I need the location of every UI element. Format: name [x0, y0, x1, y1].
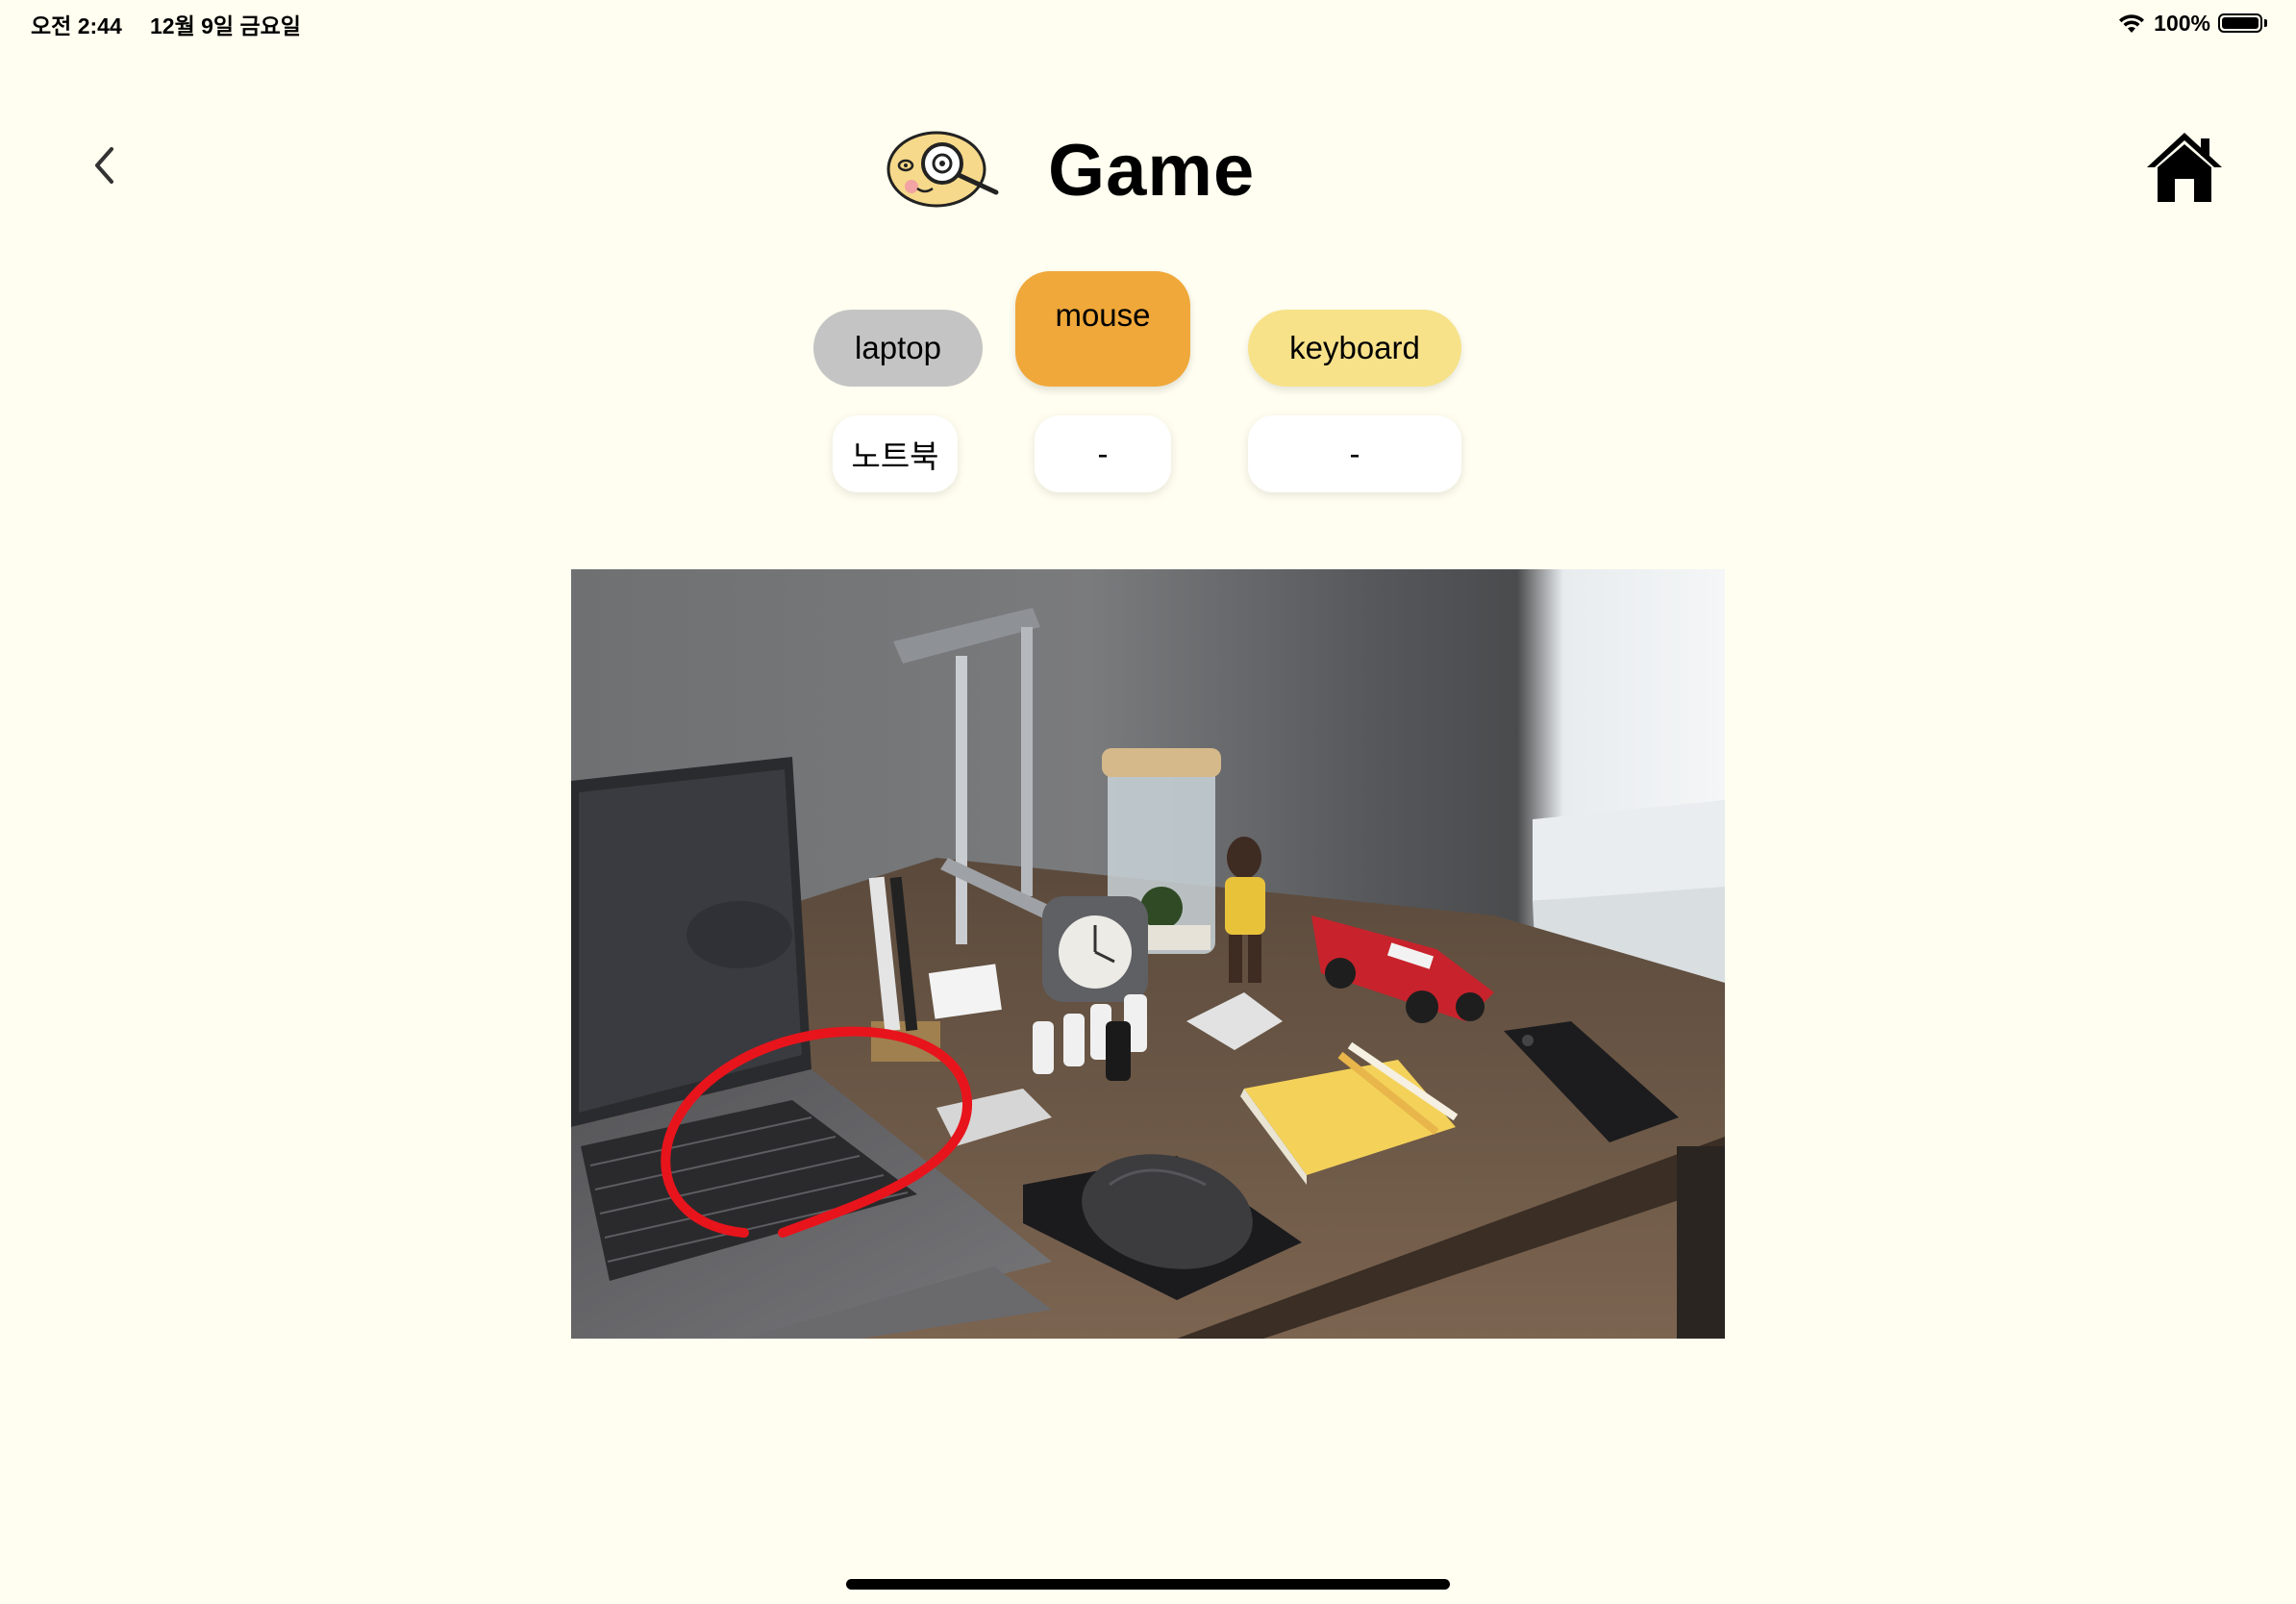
status-indicators: 100% — [2117, 8, 2267, 38]
battery-level — [2222, 17, 2259, 29]
battery-icon — [2218, 13, 2262, 33]
word-chip-mouse[interactable]: mouse — [1015, 271, 1190, 387]
answer-box-keyboard: - — [1248, 415, 1461, 492]
scene-image[interactable] — [571, 569, 1725, 1339]
battery-percent: 100% — [2154, 10, 2210, 36]
page-title: Game — [1048, 130, 1256, 212]
desk-leg — [1677, 1146, 1725, 1339]
card-holder — [928, 964, 1002, 1019]
header: Game — [0, 115, 2296, 221]
answer-box-mouse: - — [1035, 415, 1171, 492]
desk-photo — [571, 569, 1725, 1339]
lamp-pole — [956, 656, 967, 944]
jar-lid — [1102, 748, 1221, 777]
potato-magnifier-logo — [886, 131, 999, 208]
word-chip-laptop[interactable]: laptop — [813, 310, 983, 387]
word-chip-keyboard[interactable]: keyboard — [1248, 310, 1461, 387]
status-bar: 오전 2:44 12월 9일 금요일 100% — [0, 0, 2296, 48]
figure-head — [1227, 837, 1261, 879]
answer-box-laptop: 노트북 — [833, 415, 958, 492]
lamp-pole-2 — [1021, 627, 1033, 896]
battery-cap — [2264, 19, 2267, 27]
status-time: 오전 2:44 — [31, 13, 122, 38]
status-date: 12월 9일 금요일 — [150, 13, 301, 38]
figure-body — [1225, 877, 1265, 935]
wifi-icon — [2119, 14, 2145, 33]
home-indicator[interactable] — [846, 1579, 1450, 1590]
